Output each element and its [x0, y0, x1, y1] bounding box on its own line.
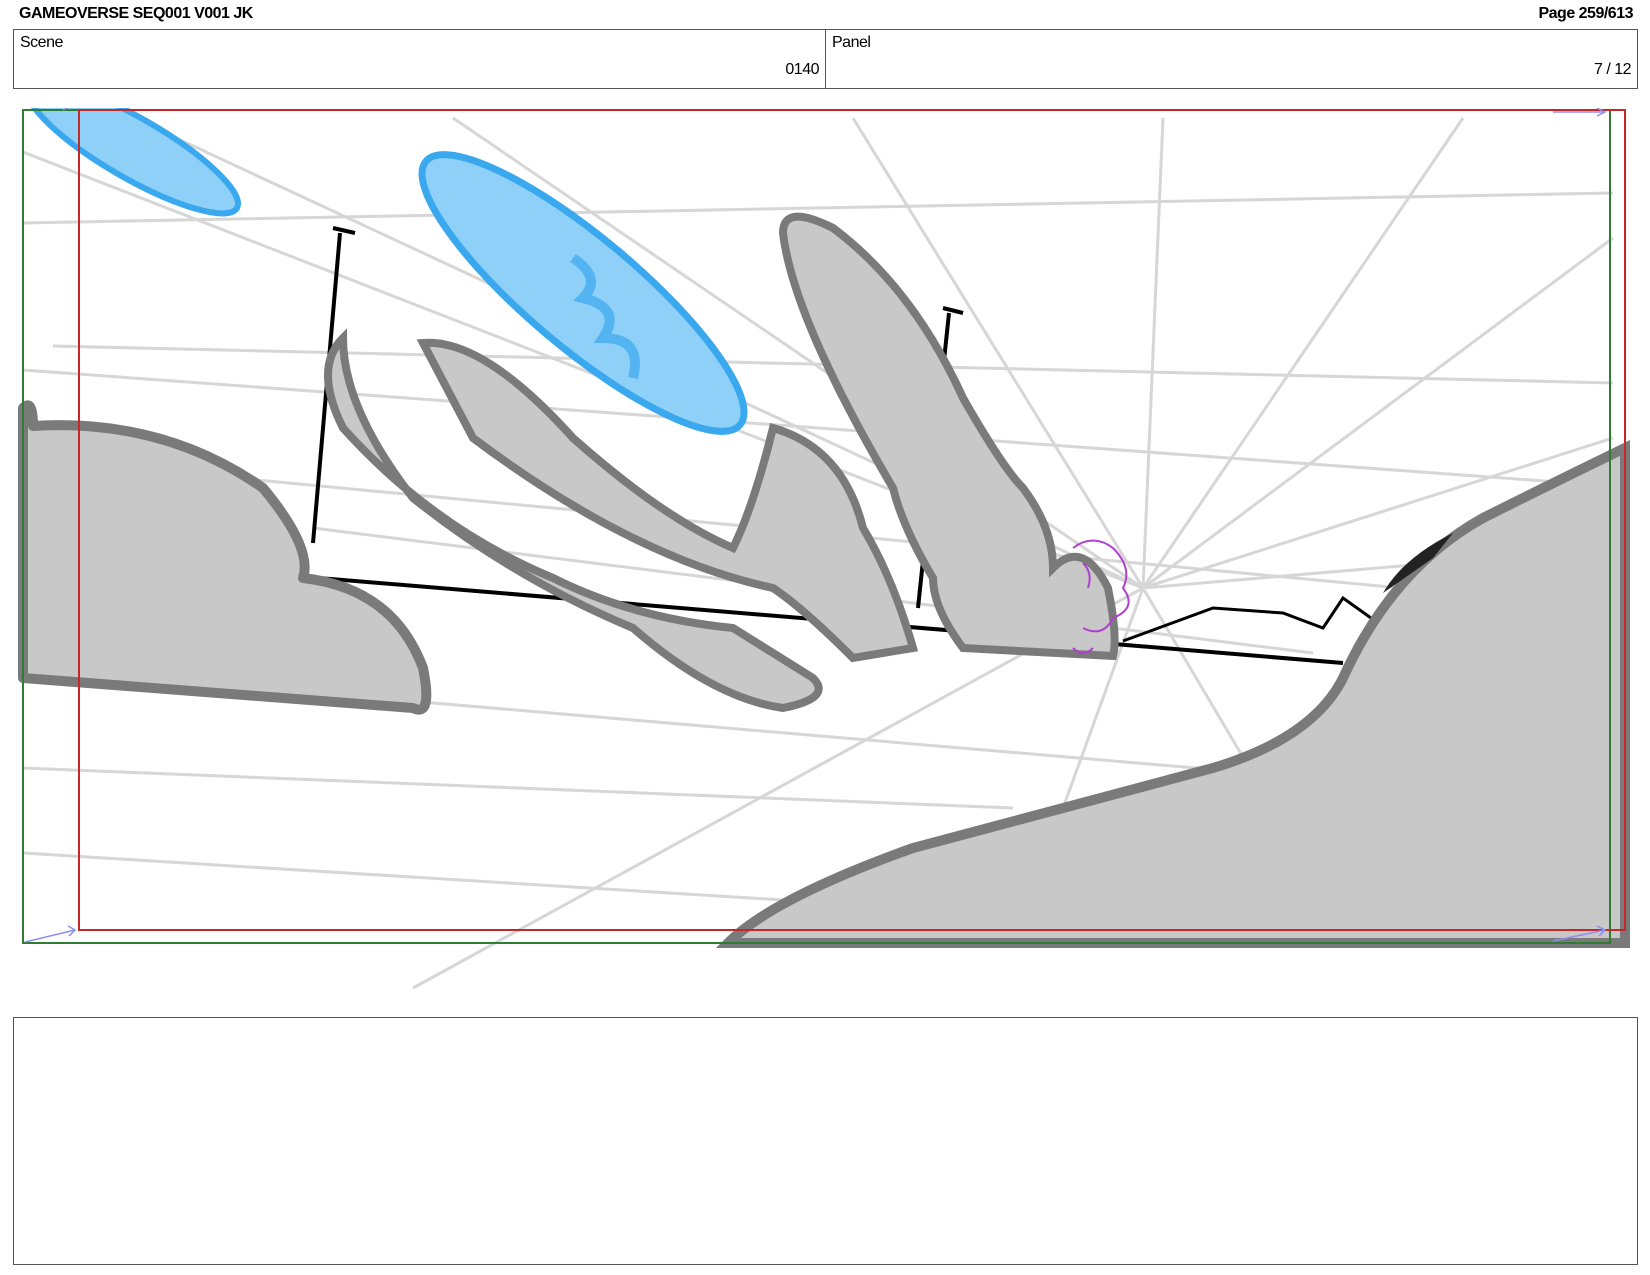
- page-number: Page 259/613: [1538, 5, 1633, 22]
- scene-value: 0140: [785, 61, 819, 78]
- panel-info-table: Scene 0140 Panel 7 / 12: [13, 29, 1638, 89]
- scene-cell: Scene 0140: [14, 30, 826, 88]
- document-title: GAMEOVERSE SEQ001 V001 JK: [19, 5, 253, 22]
- notes-box: [13, 1017, 1638, 1265]
- storyboard-drawing: [18, 108, 1630, 990]
- blue-disc-large: [418, 151, 748, 435]
- panel-label: Panel: [832, 34, 871, 51]
- panel-cell: Panel 7 / 12: [826, 30, 1637, 88]
- storyboard-frame: [13, 108, 1638, 998]
- panel-value: 7 / 12: [1593, 61, 1632, 78]
- scene-label: Scene: [20, 34, 63, 51]
- blue-disc-small: [24, 108, 241, 217]
